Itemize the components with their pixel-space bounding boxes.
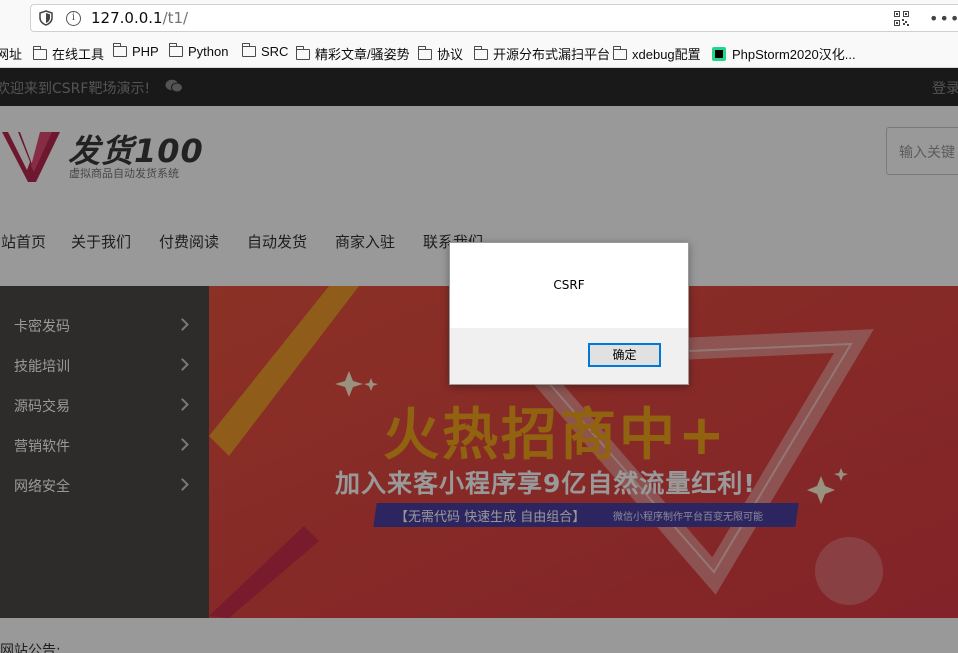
bookmark-label: SRC [261, 44, 289, 59]
folder-icon [242, 43, 256, 57]
more-actions-icon[interactable]: ••• [929, 9, 958, 28]
url-path: /t1/ [162, 9, 189, 27]
bookmark-label: Python [188, 44, 229, 59]
bookmark-label: 协议 [437, 47, 464, 62]
alert-dialog: CSRF 确定 [449, 242, 689, 385]
bookmark-folder[interactable]: 精彩文章/骚姿势 [296, 44, 410, 63]
bookmark-item[interactable]: PhpStorm2020汉化... [712, 44, 856, 63]
bookmark-folder[interactable]: PHP [113, 43, 159, 59]
address-bar[interactable]: i 127.0.0.1/t1/ ••• [30, 4, 958, 32]
site-info-icon[interactable]: i [66, 11, 81, 26]
bookmark-label: 精彩文章/骚姿势 [315, 47, 410, 62]
alert-message: CSRF [553, 278, 585, 292]
bookmark-label: xdebug配置 [632, 47, 701, 62]
alert-body: CSRF [450, 243, 688, 328]
bookmark-folder[interactable]: xdebug配置 [613, 44, 701, 63]
bookmarks-toolbar: 网址 在线工具 PHP Python SRC 精彩文章/骚姿势 协议 开源分布式… [0, 36, 958, 68]
folder-icon [113, 43, 127, 57]
bookmark-label: 开源分布式漏扫平台 [493, 47, 611, 62]
url-text[interactable]: 127.0.0.1/t1/ [91, 9, 188, 27]
bookmark-label: PhpStorm2020汉化... [732, 47, 856, 62]
browser-toolbar: i 127.0.0.1/t1/ ••• [0, 0, 958, 36]
folder-icon [418, 46, 432, 60]
url-host: 127.0.0.1 [91, 9, 163, 27]
tracking-shield-icon[interactable] [39, 10, 53, 26]
bookmark-folder[interactable]: SRC [242, 43, 289, 59]
qr-code-icon[interactable] [894, 11, 909, 26]
bookmark-folder[interactable]: Python [169, 43, 229, 59]
bookmark-label: 在线工具 [52, 47, 105, 62]
bookmark-label: 网址 [0, 47, 23, 62]
phpstorm-icon [712, 47, 726, 61]
bookmark-folder[interactable]: 在线工具 [33, 44, 104, 63]
bookmark-folder[interactable]: 协议 [418, 44, 463, 63]
folder-icon [474, 46, 488, 60]
folder-icon [613, 46, 627, 60]
bookmark-item[interactable]: 网址 [0, 44, 22, 63]
folder-icon [169, 43, 183, 57]
folder-icon [33, 46, 47, 60]
bookmark-label: PHP [132, 44, 159, 59]
folder-icon [296, 46, 310, 60]
bookmark-folder[interactable]: 开源分布式漏扫平台 [474, 44, 610, 63]
ok-button[interactable]: 确定 [588, 343, 661, 367]
